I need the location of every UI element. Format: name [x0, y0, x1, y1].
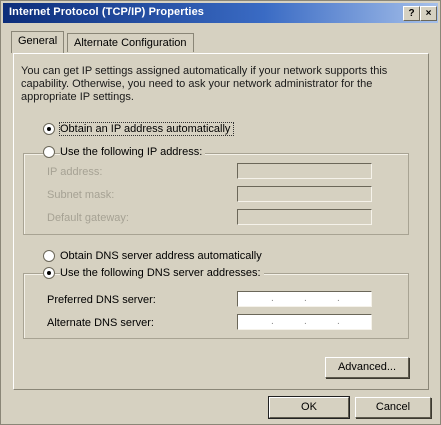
preferred-dns-input[interactable]: ... — [237, 291, 372, 307]
cancel-button[interactable]: Cancel — [355, 397, 431, 418]
window-title: Internet Protocol (TCP/IP) Properties — [9, 6, 205, 18]
advanced-button[interactable]: Advanced... — [325, 357, 409, 378]
tab-alternate-configuration[interactable]: Alternate Configuration — [67, 33, 194, 52]
help-button[interactable]: ? — [403, 6, 420, 21]
obtain-dns-automatically-label: Obtain DNS server address automatically — [60, 250, 265, 262]
alternate-dns-input[interactable]: ... — [237, 314, 372, 330]
obtain-ip-automatically-radio[interactable]: Obtain an IP address automatically — [43, 122, 235, 136]
subnet-mask-field — [237, 186, 372, 202]
preferred-dns-label: Preferred DNS server: — [47, 294, 156, 306]
ip-octet-separators: ... — [271, 293, 340, 304]
tab-general[interactable]: General — [11, 31, 65, 53]
properties-dialog: Internet Protocol (TCP/IP) Properties ? … — [0, 0, 441, 425]
title-bar[interactable]: Internet Protocol (TCP/IP) Properties ? … — [3, 3, 438, 23]
ok-button[interactable]: OK — [268, 396, 350, 419]
radio-unselected-icon — [43, 146, 55, 158]
default-gateway-label: Default gateway: — [47, 212, 129, 224]
obtain-ip-automatically-label: Obtain an IP address automatically — [58, 122, 235, 136]
use-following-ip-label: Use the following IP address: — [60, 146, 206, 158]
subnet-mask-label: Subnet mask: — [47, 189, 115, 201]
radio-selected-icon — [43, 267, 55, 279]
use-following-dns-radio[interactable]: Use the following DNS server addresses: — [43, 267, 264, 279]
close-button[interactable]: × — [420, 6, 437, 21]
obtain-dns-automatically-radio[interactable]: Obtain DNS server address automatically — [43, 250, 265, 262]
use-following-dns-label: Use the following DNS server addresses: — [60, 267, 264, 279]
ip-octet-separators: ... — [271, 316, 340, 327]
intro-text: You can get IP settings assigned automat… — [21, 65, 388, 103]
use-following-ip-radio[interactable]: Use the following IP address: — [43, 146, 206, 158]
radio-unselected-icon — [43, 250, 55, 262]
ip-address-label: IP address: — [47, 166, 103, 178]
ip-address-field — [237, 163, 372, 179]
radio-selected-icon — [43, 123, 55, 135]
alternate-dns-label: Alternate DNS server: — [47, 317, 154, 329]
default-gateway-field — [237, 209, 372, 225]
